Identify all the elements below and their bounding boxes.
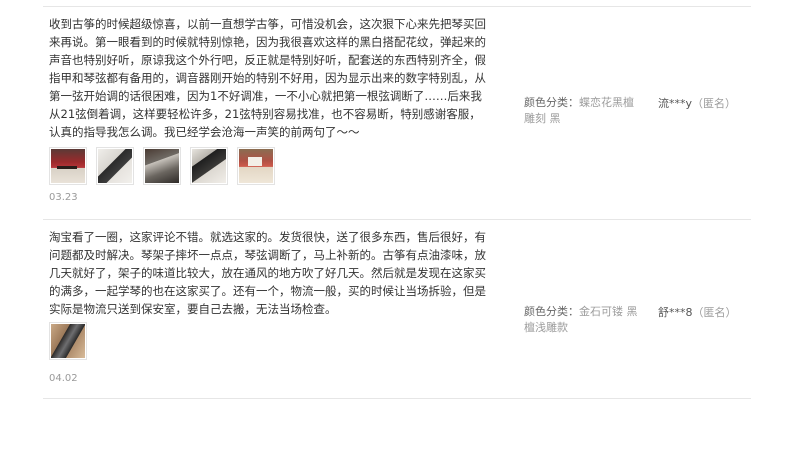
review-date: 04.02	[49, 373, 78, 384]
review-sku: 颜色分类：蝶恋花黑檀雕刻 黑	[524, 95, 644, 127]
review-user: 流***y（匿名）	[658, 95, 736, 111]
photo-image	[192, 149, 226, 183]
review-photos	[49, 147, 275, 185]
anonymous-tag: （匿名）	[692, 97, 737, 110]
user-name: 舒***8	[658, 306, 693, 319]
review-photo-thumb[interactable]	[237, 147, 275, 185]
review-photo-thumb[interactable]	[190, 147, 228, 185]
photo-image	[145, 149, 179, 183]
review-sku: 颜色分类：金石可镂 黑檀浅雕款	[524, 304, 644, 336]
review-photo-thumb[interactable]	[49, 322, 87, 360]
review-content: 收到古筝的时候超级惊喜，以前一直想学古筝，可惜没机会，这次狠下心来先把琴买回来再…	[49, 17, 486, 139]
anonymous-tag: （匿名）	[692, 306, 737, 319]
review-content: 淘宝看了一圈，这家评论不错。就选这家的。发货很快，送了很多东西，售后很好，有问题…	[49, 230, 486, 316]
sku-label: 颜色分类：	[524, 305, 579, 318]
user-name: 流***y	[658, 97, 693, 110]
photo-image	[51, 149, 85, 183]
review-date: 03.23	[49, 192, 78, 203]
review-photo-thumb[interactable]	[96, 147, 134, 185]
sku-label: 颜色分类：	[524, 96, 579, 109]
photo-image	[51, 324, 85, 358]
review-photo-thumb[interactable]	[49, 147, 87, 185]
photo-image	[98, 149, 132, 183]
review-user: 舒***8（匿名）	[658, 304, 737, 320]
review-list: 收到古筝的时候超级惊喜，以前一直想学古筝，可惜没机会，这次狠下心来先把琴买回来再…	[43, 6, 751, 399]
review-photos	[49, 322, 87, 360]
review-item: 收到古筝的时候超级惊喜，以前一直想学古筝，可惜没机会，这次狠下心来先把琴买回来再…	[43, 7, 751, 220]
review-photo-thumb[interactable]	[143, 147, 181, 185]
photo-image	[239, 149, 273, 183]
review-item: 淘宝看了一圈，这家评论不错。就选这家的。发货很快，送了很多东西，售后很好，有问题…	[43, 220, 751, 399]
